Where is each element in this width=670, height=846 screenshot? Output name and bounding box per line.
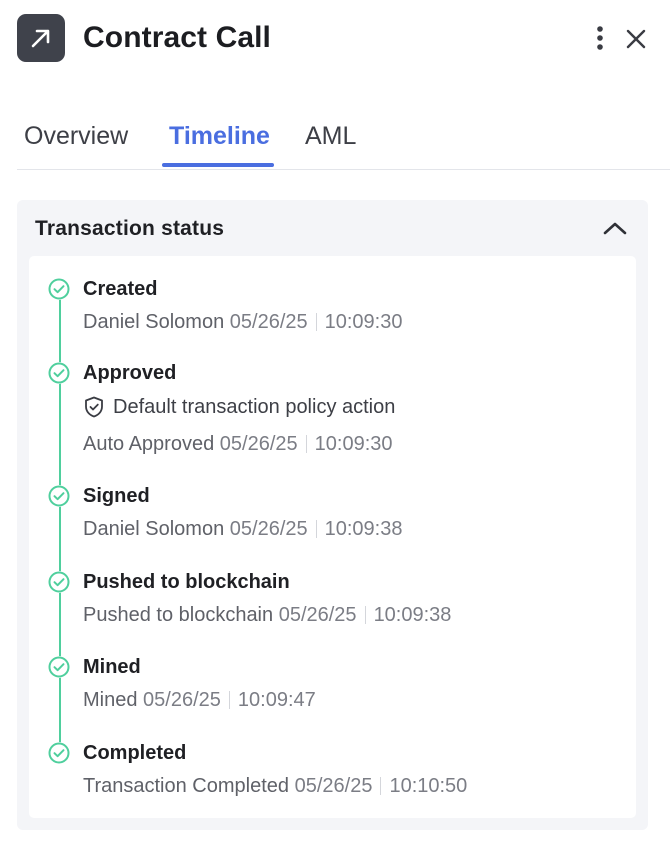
timeline-list: Created Daniel Solomon 05/26/25 10:09:30 …	[29, 256, 636, 818]
step-title: Mined	[83, 656, 141, 678]
more-vertical-icon	[597, 26, 603, 50]
close-icon	[626, 29, 646, 49]
step-date: 05/26/25	[229, 518, 308, 540]
step-meta: Daniel Solomon 05/26/25 10:09:30	[83, 309, 402, 335]
check-circle-icon	[48, 278, 70, 300]
step-date: 05/26/25	[229, 311, 308, 333]
collapse-button[interactable]	[601, 216, 629, 240]
shield-check-icon	[85, 396, 103, 418]
step-meta: Pushed to blockchain 05/26/25 10:09:38	[83, 602, 451, 628]
step-time: 10:09:38	[373, 604, 452, 626]
step-title: Completed	[83, 742, 187, 764]
step-actor: Pushed to blockchain	[83, 604, 274, 626]
step-meta: Auto Approved 05/26/25 10:09:30	[83, 431, 393, 457]
step-date: 05/26/25	[294, 775, 373, 797]
divider	[315, 520, 317, 538]
panel-header: Contract Call	[17, 14, 653, 62]
step-actor: Transaction Completed	[83, 775, 290, 797]
policy-label: Default transaction policy action	[113, 396, 396, 418]
tab-aml[interactable]: AML	[305, 120, 356, 152]
step-actor: Daniel Solomon	[83, 518, 225, 540]
step-actor: Daniel Solomon	[83, 311, 225, 333]
step-date: 05/26/25	[278, 604, 357, 626]
transaction-status-card: Transaction status Created Daniel Solomo…	[17, 200, 648, 830]
divider	[315, 313, 317, 331]
chevron-up-icon	[603, 222, 627, 235]
check-circle-icon	[48, 362, 70, 384]
close-button[interactable]	[621, 24, 651, 54]
check-circle-icon	[48, 485, 70, 507]
check-circle-icon	[48, 656, 70, 678]
active-tab-indicator	[162, 163, 274, 167]
check-circle-icon	[48, 571, 70, 593]
page-title: Contract Call	[83, 21, 271, 54]
step-time: 10:09:47	[237, 689, 316, 711]
step-meta: Mined 05/26/25 10:09:47	[83, 687, 316, 713]
step-actor: Auto Approved	[83, 433, 215, 455]
step-title: Created	[83, 278, 158, 300]
divider	[305, 435, 307, 453]
divider	[380, 777, 382, 795]
check-circle-icon	[48, 742, 70, 764]
divider	[364, 606, 366, 624]
card-title: Transaction status	[35, 217, 225, 240]
step-time: 10:09:30	[314, 433, 393, 455]
step-title: Signed	[83, 485, 150, 507]
step-time: 10:10:50	[389, 775, 468, 797]
step-meta: Transaction Completed 05/26/25 10:10:50	[83, 773, 467, 799]
tab-timeline[interactable]: Timeline	[169, 120, 270, 152]
step-date: 05/26/25	[143, 689, 221, 711]
step-time: 10:09:30	[324, 311, 403, 333]
step-date: 05/26/25	[219, 433, 298, 455]
tab-bar: Overview Timeline AML	[17, 112, 670, 170]
more-options-button[interactable]	[589, 22, 611, 54]
step-title: Pushed to blockchain	[83, 571, 290, 593]
divider	[228, 691, 230, 709]
tab-overview[interactable]: Overview	[24, 120, 128, 152]
policy-link[interactable]: Default transaction policy action	[83, 394, 395, 420]
step-title: Approved	[83, 362, 177, 384]
arrow-up-right-icon	[17, 14, 65, 62]
step-actor: Mined	[83, 689, 138, 711]
step-time: 10:09:38	[324, 518, 403, 540]
step-meta: Daniel Solomon 05/26/25 10:09:38	[83, 516, 402, 542]
